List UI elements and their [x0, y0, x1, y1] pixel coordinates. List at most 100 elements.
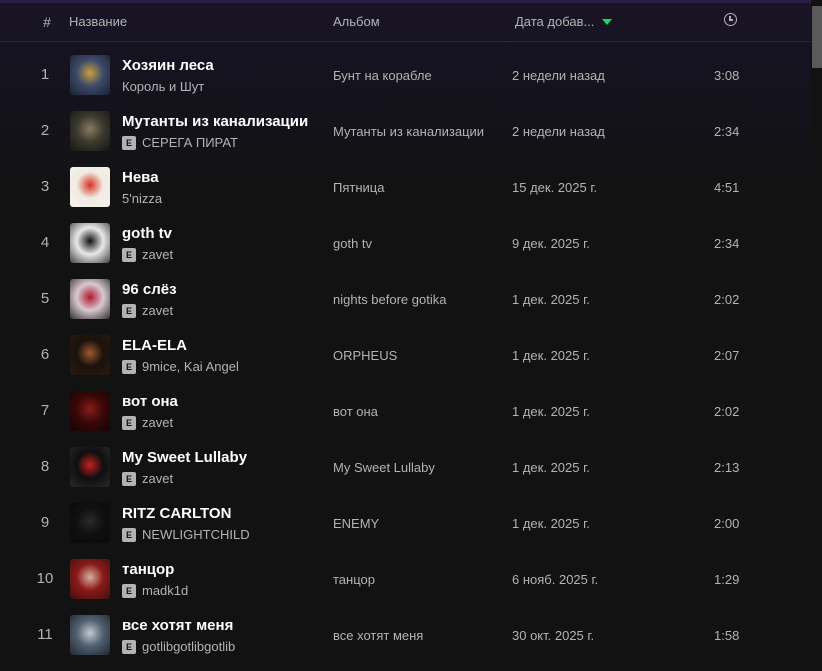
track-title[interactable]: My Sweet Lullaby: [122, 449, 247, 466]
track-album[interactable]: ENEMY: [333, 516, 379, 531]
explicit-badge: E: [122, 247, 136, 262]
album-cover[interactable]: [70, 279, 110, 319]
explicit-badge: E: [122, 359, 136, 374]
track-date-added: 6 нояб. 2025 г.: [512, 572, 599, 587]
track-album[interactable]: вот она: [333, 404, 378, 419]
explicit-badge: E: [122, 303, 136, 318]
album-cover[interactable]: [70, 503, 110, 543]
track-date-added: 1 дек. 2025 г.: [512, 348, 590, 363]
album-cover[interactable]: [70, 391, 110, 431]
track-artist[interactable]: zavet: [142, 471, 173, 486]
track-title[interactable]: ELA-ELA: [122, 337, 187, 354]
album-cover[interactable]: [70, 111, 110, 151]
column-header-title[interactable]: Название: [69, 14, 127, 29]
track-artist[interactable]: zavet: [142, 247, 173, 262]
track-artist-line: E zavet: [122, 415, 173, 430]
track-artist[interactable]: 5'nizza: [122, 191, 162, 206]
track-album[interactable]: все хотят меня: [333, 628, 423, 643]
track-artist[interactable]: Король и Шут: [122, 79, 204, 94]
track-album[interactable]: My Sweet Lullaby: [333, 460, 435, 475]
track-title[interactable]: Мутанты из канализации: [122, 113, 308, 130]
album-cover[interactable]: [70, 55, 110, 95]
track-row[interactable]: 3 Нева 5'nizza Пятница 15 дек. 2025 г. 4…: [0, 159, 811, 215]
track-title[interactable]: все хотят меня: [122, 617, 233, 634]
track-row[interactable]: 4 goth tv E zavet goth tv 9 дек. 2025 г.…: [0, 215, 811, 271]
track-duration: 3:08: [714, 68, 740, 83]
clock-icon: [724, 13, 737, 26]
scrollbar[interactable]: [811, 0, 822, 671]
track-number: 11: [37, 626, 53, 643]
track-artist-line: E zavet: [122, 247, 173, 262]
track-row[interactable]: 7 вот она E zavet вот она 1 дек. 2025 г.…: [0, 383, 811, 439]
track-artist[interactable]: zavet: [142, 415, 173, 430]
track-number: 3: [40, 178, 50, 195]
track-artist[interactable]: gotlibgotlibgotlib: [142, 639, 235, 654]
track-title[interactable]: 96 слёз: [122, 281, 177, 298]
track-duration: 2:34: [714, 124, 740, 139]
album-cover[interactable]: [70, 447, 110, 487]
track-artist[interactable]: zavet: [142, 303, 173, 318]
explicit-badge: E: [122, 583, 136, 598]
track-artist-line: E madk1d: [122, 583, 188, 598]
track-row[interactable]: 2 Мутанты из канализации E СЕРЕГА ПИРАТ …: [0, 103, 811, 159]
track-title[interactable]: RITZ CARLTON: [122, 505, 231, 522]
track-album[interactable]: танцор: [333, 572, 375, 587]
track-date-added: 9 дек. 2025 г.: [512, 236, 590, 251]
track-title[interactable]: Нева: [122, 169, 159, 186]
track-duration: 2:13: [714, 460, 740, 475]
explicit-badge: E: [122, 527, 136, 542]
track-number: 7: [40, 402, 50, 419]
track-duration: 2:00: [714, 516, 740, 531]
track-artist-line: 5'nizza: [122, 191, 162, 206]
scrollbar-thumb[interactable]: [812, 6, 822, 68]
track-duration: 1:29: [714, 572, 740, 587]
track-row[interactable]: 6 ELA-ELA E 9mice, Kai Angel ORPHEUS 1 д…: [0, 327, 811, 383]
track-row[interactable]: 10 танцор E madk1d танцор 6 нояб. 2025 г…: [0, 551, 811, 607]
explicit-badge: E: [122, 471, 136, 486]
track-title[interactable]: goth tv: [122, 225, 172, 242]
track-artist[interactable]: 9mice, Kai Angel: [142, 359, 239, 374]
track-album[interactable]: Мутанты из канализации: [333, 124, 484, 139]
track-album[interactable]: nights before gotika: [333, 292, 446, 307]
track-row[interactable]: 1 Хозяин леса Король и Шут Бунт на кораб…: [0, 47, 811, 103]
track-artist-line: Король и Шут: [122, 79, 204, 94]
track-artist-line: E 9mice, Kai Angel: [122, 359, 239, 374]
track-album[interactable]: ORPHEUS: [333, 348, 397, 363]
track-title[interactable]: Хозяин леса: [122, 57, 214, 74]
track-row[interactable]: 5 96 слёз E zavet nights before gotika 1…: [0, 271, 811, 327]
track-number: 9: [40, 514, 50, 531]
sort-descending-icon: [602, 18, 613, 25]
album-cover[interactable]: [70, 335, 110, 375]
column-header-date-added[interactable]: Дата добав...: [515, 14, 613, 29]
track-date-added: 1 дек. 2025 г.: [512, 516, 590, 531]
track-artist[interactable]: madk1d: [142, 583, 188, 598]
album-cover[interactable]: [70, 559, 110, 599]
track-duration: 2:02: [714, 404, 740, 419]
track-number: 1: [40, 66, 50, 83]
track-artist[interactable]: СЕРЕГА ПИРАТ: [142, 135, 238, 150]
tracklist-header: # Название Альбом Дата добав...: [0, 3, 811, 42]
track-title[interactable]: вот она: [122, 393, 178, 410]
track-album[interactable]: Пятница: [333, 180, 384, 195]
track-date-added: 30 окт. 2025 г.: [512, 628, 595, 643]
track-number: 10: [36, 570, 54, 587]
track-artist[interactable]: NEWLIGHTCHILD: [142, 527, 250, 542]
album-cover[interactable]: [70, 615, 110, 655]
track-album[interactable]: goth tv: [333, 236, 372, 251]
column-header-number: #: [43, 14, 51, 30]
column-header-duration[interactable]: [724, 13, 737, 26]
track-number: 8: [40, 458, 50, 475]
track-date-added: 2 недели назад: [512, 68, 605, 83]
track-date-added: 1 дек. 2025 г.: [512, 460, 590, 475]
track-album[interactable]: Бунт на корабле: [333, 68, 432, 83]
track-date-added: 1 дек. 2025 г.: [512, 404, 590, 419]
album-cover[interactable]: [70, 223, 110, 263]
track-row[interactable]: 11 все хотят меня E gotlibgotlibgotlib в…: [0, 607, 811, 663]
track-row[interactable]: 9 RITZ CARLTON E NEWLIGHTCHILD ENEMY 1 д…: [0, 495, 811, 551]
track-row[interactable]: 8 My Sweet Lullaby E zavet My Sweet Lull…: [0, 439, 811, 495]
track-duration: 4:51: [714, 180, 740, 195]
column-header-album[interactable]: Альбом: [333, 14, 380, 29]
album-cover[interactable]: [70, 167, 110, 207]
track-title[interactable]: танцор: [122, 561, 174, 578]
track-duration: 2:02: [714, 292, 740, 307]
